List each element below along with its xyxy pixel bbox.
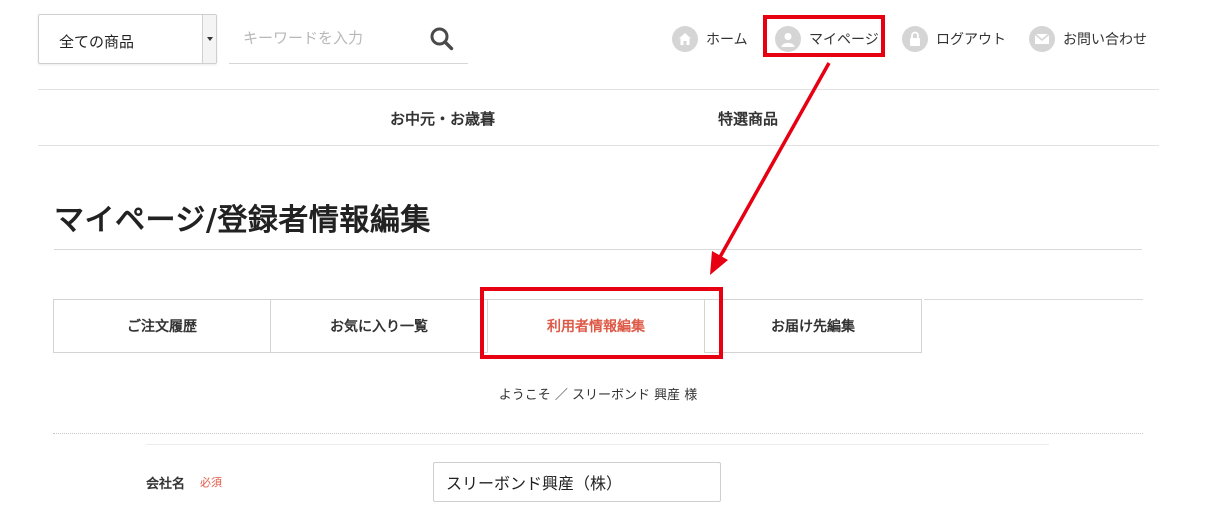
tabs-divider [924,299,1143,300]
gnav-gift-link[interactable]: お中元・お歳暮 [390,108,495,129]
tab-favorites[interactable]: お気に入り一覧 [270,299,488,353]
category-select-value: 全ての商品 [59,33,135,51]
company-name-label: 会社名 [146,477,186,492]
search-icon [430,27,454,51]
welcome-message: ようこそ ／ スリーボンド 興産 様 [498,388,698,403]
lock-icon [902,26,928,52]
global-nav: お中元・お歳暮 特選商品 [38,89,1159,146]
nav-logout-link[interactable]: ログアウト [902,22,1006,56]
search-input[interactable] [229,14,419,62]
mail-icon [1029,26,1055,52]
section-divider [53,433,1143,434]
required-badge: 必須 [200,476,222,489]
tab-delivery-address-edit[interactable]: お届け先編集 [704,299,922,353]
gnav-special-link[interactable]: 特選商品 [718,108,778,129]
tab-order-history[interactable]: ご注文履歴 [53,299,271,353]
home-icon [672,26,698,52]
page-title: マイページ/登録者情報編集 [54,203,431,238]
form-row-divider [146,444,1049,445]
nav-home-label: ホーム [706,32,748,48]
category-select[interactable]: 全ての商品 [38,14,217,64]
highlight-box-mypage [763,15,885,57]
nav-logout-label: ログアウト [936,32,1006,48]
highlight-box-tab [480,287,723,359]
select-arrow-icon[interactable] [202,15,216,63]
nav-contact-label: お問い合わせ [1063,32,1147,48]
search-bar [229,14,468,64]
search-button[interactable] [429,26,459,54]
company-name-field[interactable] [433,462,721,502]
nav-contact-link[interactable]: お問い合わせ [1029,22,1147,56]
nav-home-link[interactable]: ホーム [672,22,748,56]
title-divider [54,249,1142,250]
